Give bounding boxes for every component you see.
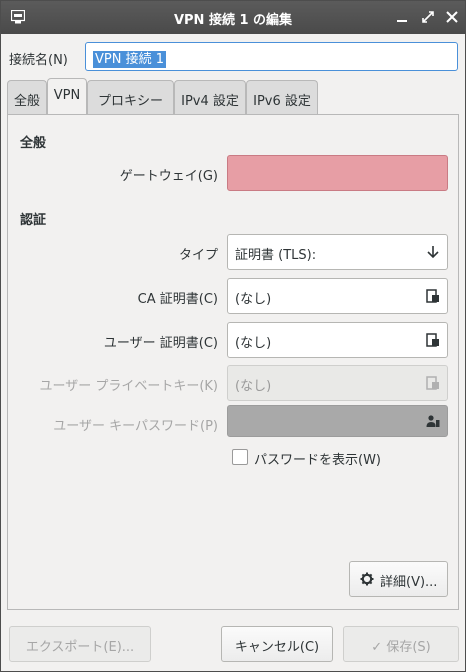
checkmark-icon: ✓ [371, 640, 387, 655]
save-button-label: 保存(S) [386, 640, 431, 655]
file-chooser-icon [426, 289, 439, 303]
user-password-icon[interactable] [426, 414, 440, 428]
titlebar[interactable]: VPN 接続 1 の編集 [1, 1, 465, 34]
save-button[interactable]: ✓ 保存(S) [343, 626, 459, 662]
minimize-icon[interactable] [394, 9, 410, 25]
gateway-input[interactable] [227, 155, 448, 191]
gateway-label: ゲートウェイ(G) [119, 169, 218, 184]
ca-cert-value: (なし) [235, 292, 272, 307]
file-chooser-icon [426, 376, 439, 390]
file-chooser-icon [426, 333, 439, 347]
user-key-password-input[interactable] [227, 405, 448, 437]
general-heading: 全般 [20, 136, 47, 151]
tab-general[interactable]: 全般 [7, 80, 47, 114]
connection-name-row: 接続名(N) VPN 接続 1 [1, 34, 465, 78]
user-cert-label: ユーザー 証明書(C) [103, 336, 218, 351]
show-password-checkbox[interactable] [232, 449, 248, 465]
auth-heading: 認証 [20, 213, 47, 228]
user-private-key-value: (なし) [235, 379, 272, 394]
cancel-button[interactable]: キャンセル(C) [221, 626, 333, 662]
type-select[interactable]: 証明書 (TLS): [227, 234, 448, 270]
arrow-down-icon [427, 246, 439, 259]
tab-proxy[interactable]: プロキシー [87, 80, 174, 114]
user-cert-chooser[interactable]: (なし) [227, 322, 448, 358]
tab-ipv4[interactable]: IPv4 設定 [174, 80, 246, 114]
user-cert-value: (なし) [235, 336, 272, 351]
export-button[interactable]: エクスポート(E)... [9, 626, 151, 662]
user-key-password-label: ユーザー キーパスワード(P) [53, 419, 218, 434]
maximize-icon[interactable] [420, 9, 436, 25]
show-password-label[interactable]: パスワードを表示(W) [254, 449, 381, 468]
tab-vpn[interactable]: VPN [47, 78, 87, 116]
vpn-panel: 全般 ゲートウェイ(G) 認証 タイプ 証明書 (TLS): CA 証明書(C)… [7, 114, 459, 610]
user-private-key-chooser[interactable]: (なし) [227, 365, 448, 401]
close-icon[interactable] [444, 9, 460, 25]
ca-cert-chooser[interactable]: (なし) [227, 278, 448, 314]
advanced-button[interactable]: 詳細(V)... [349, 561, 448, 597]
tab-ipv6[interactable]: IPv6 設定 [246, 80, 318, 114]
advanced-button-label: 詳細(V)... [380, 575, 438, 590]
type-label: タイプ [178, 248, 218, 263]
ca-cert-label: CA 証明書(C) [137, 292, 218, 307]
dialog-window: VPN 接続 1 の編集 接続名(N) VPN 接続 1 全般 VPN プロキシ… [0, 0, 466, 672]
connection-name-value: VPN 接続 1 [93, 51, 166, 68]
connection-name-label: 接続名(N) [9, 53, 68, 68]
gear-icon [360, 572, 374, 586]
connection-name-input[interactable]: VPN 接続 1 [85, 42, 458, 71]
type-select-value: 証明書 (TLS): [235, 248, 317, 263]
user-private-key-label: ユーザー プライベートキー(K) [39, 379, 218, 394]
